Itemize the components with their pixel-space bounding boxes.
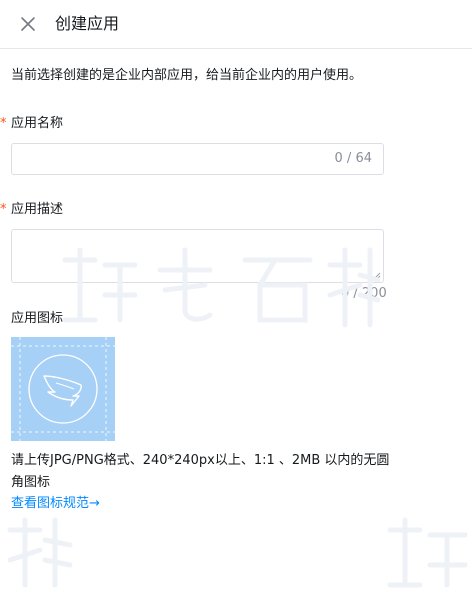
app-name-input[interactable] [12, 144, 312, 174]
app-description-field [11, 229, 384, 283]
app-name-field: 0 / 64 [11, 143, 384, 175]
app-description-input[interactable] [12, 230, 372, 282]
close-icon[interactable] [18, 14, 38, 34]
app-description-counter: 0 / 200 [341, 286, 387, 301]
dingtalk-wing-icon [11, 337, 115, 441]
notice-text: 当前选择创建的是企业内部应用，给当前企业内的用户使用。 [11, 68, 363, 83]
app-name-counter: 0 / 64 [334, 151, 372, 166]
icon-guidelines-link[interactable]: 查看图标规范→ [11, 494, 100, 514]
watermark-logo [7, 517, 73, 588]
required-mark: * [0, 116, 7, 131]
required-mark: * [0, 202, 7, 217]
app-icon-label: 应用图标 [11, 311, 64, 326]
drawer-header: 创建应用 [0, 0, 472, 49]
page-title: 创建应用 [55, 14, 120, 33]
watermark-logo [387, 517, 468, 588]
icon-upload-hint: 请上传JPG/PNG格式、240*240px以上、1:1 、2MB 以内的无圆角… [11, 453, 390, 490]
resize-handle-icon[interactable] [373, 272, 381, 280]
app-icon-upload[interactable] [11, 337, 115, 441]
app-description-label: 应用描述 [11, 202, 64, 217]
app-name-label: 应用名称 [11, 116, 64, 131]
